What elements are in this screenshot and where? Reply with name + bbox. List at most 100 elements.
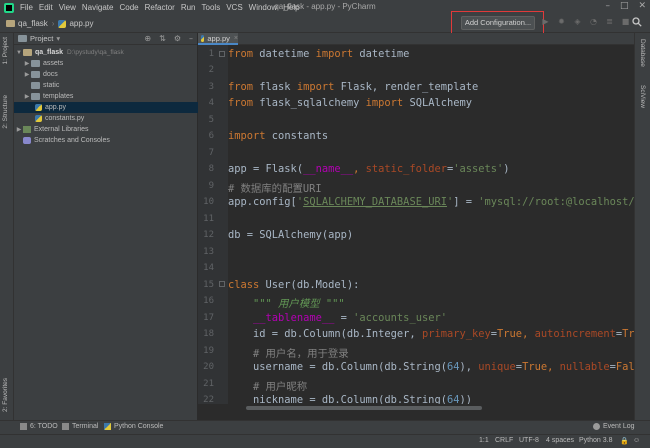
folder-icon xyxy=(31,60,40,67)
menu-code[interactable]: Code xyxy=(116,3,141,12)
locate-icon[interactable]: ⊕ xyxy=(144,34,151,43)
python-interpreter[interactable]: Python 3.8 xyxy=(579,437,612,444)
window-controls: – □ ✕ xyxy=(605,1,646,11)
line-number: 4 xyxy=(208,98,214,108)
horizontal-scrollbar[interactable] xyxy=(246,406,482,410)
collapse-icon[interactable]: ⇅ xyxy=(159,34,166,43)
line-number: 10 xyxy=(203,197,214,207)
line-number: 22 xyxy=(203,395,214,405)
line-number: 14 xyxy=(203,263,214,273)
tab-database-tool[interactable]: Database xyxy=(639,39,646,67)
notification-icon[interactable]: ☺ xyxy=(633,437,640,444)
project-panel-title[interactable]: Project xyxy=(30,34,53,43)
tab-app-py[interactable]: app.py × xyxy=(198,33,238,45)
tree-item-label: app.py xyxy=(45,104,67,111)
tab-event-log-label: Event Log xyxy=(603,423,635,430)
tab-favorites-tool[interactable]: 2: Favorites xyxy=(2,378,9,412)
project-path: D:\pystudy\qa_flask xyxy=(67,49,124,56)
folder-icon xyxy=(31,82,40,89)
tree-item-static[interactable]: static xyxy=(14,80,198,91)
tree-item-assets[interactable]: ▶ assets xyxy=(14,58,198,69)
tree-item-templates[interactable]: ▶ templates xyxy=(14,91,198,102)
line-number: 13 xyxy=(203,247,214,257)
bottom-tool-bar: 6: TODO Terminal Python Console Event Lo… xyxy=(0,420,650,434)
tree-item-label: assets xyxy=(43,60,64,67)
expand-arrow-icon[interactable]: ▶ xyxy=(15,126,23,133)
python-file-icon xyxy=(58,19,67,28)
build-icon[interactable]: ≣ xyxy=(605,17,614,26)
editor-tab-bar: app.py × xyxy=(198,33,634,45)
search-icon[interactable] xyxy=(632,17,642,27)
line-separator[interactable]: CRLF xyxy=(495,437,513,444)
line-number: 8 xyxy=(208,164,214,174)
tab-terminal-label: Terminal xyxy=(72,423,99,430)
right-tool-stripe: Database SciView xyxy=(634,33,650,420)
menu-file[interactable]: File xyxy=(17,3,36,12)
expand-arrow-icon[interactable]: ▶ xyxy=(23,71,31,78)
tab-sciview-tool[interactable]: SciView xyxy=(639,85,646,108)
tab-terminal[interactable]: Terminal xyxy=(62,423,98,430)
expand-arrow-icon[interactable]: ▼ xyxy=(15,50,23,56)
run-toolbar: ▶ ✹ ◈ ◔ ≣ ■ xyxy=(541,17,630,26)
minimize-icon[interactable]: – xyxy=(605,1,610,11)
menu-view[interactable]: View xyxy=(56,3,79,12)
tab-python-console[interactable]: Python Console xyxy=(104,423,163,430)
line-number: 16 xyxy=(203,296,214,306)
expand-arrow-icon[interactable]: ▶ xyxy=(23,93,31,100)
tree-item-project-root[interactable]: ▼ qa_flask D:\pystudy\qa_flask xyxy=(14,47,198,58)
indent-setting[interactable]: 4 spaces xyxy=(546,437,574,444)
hide-icon[interactable]: – xyxy=(189,34,193,43)
line-number: 5 xyxy=(208,115,214,125)
tab-project-tool[interactable]: 1: Project xyxy=(2,37,9,64)
chevron-right-icon: › xyxy=(51,19,55,28)
left-tool-stripe: 1: Project 2: Structure 2: Favorites xyxy=(0,33,14,420)
lock-icon[interactable]: 🔒 xyxy=(620,437,629,445)
tree-item-app-py[interactable]: app.py xyxy=(14,102,198,113)
maximize-icon[interactable]: □ xyxy=(620,1,629,11)
code-line-1: from datetime import datetime xyxy=(228,48,410,60)
menu-refactor[interactable]: Refactor xyxy=(142,3,178,12)
code-line-3: from flask import Flask, render_template xyxy=(228,81,479,93)
file-encoding[interactable]: UTF-8 xyxy=(519,437,539,444)
coverage-icon[interactable]: ◈ xyxy=(573,17,582,26)
line-number: 20 xyxy=(203,362,214,372)
add-configuration-button[interactable]: Add Configuration... xyxy=(461,16,535,30)
menu-navigate[interactable]: Navigate xyxy=(79,3,117,12)
tab-todo[interactable]: 6: TODO xyxy=(20,423,58,430)
close-icon[interactable]: ✕ xyxy=(638,1,646,11)
folder-icon xyxy=(6,20,15,27)
menu-help[interactable]: Help xyxy=(280,3,302,12)
menu-vcs[interactable]: VCS xyxy=(223,3,245,12)
tab-structure-tool[interactable]: 2: Structure xyxy=(2,95,9,129)
gear-icon[interactable]: ⚙ xyxy=(174,34,181,43)
chevron-down-icon[interactable]: ▾ xyxy=(56,34,60,43)
fold-marker-icon[interactable] xyxy=(219,281,225,287)
menu-edit[interactable]: Edit xyxy=(36,3,56,12)
tree-item-external-libraries[interactable]: ▶ External Libraries xyxy=(14,124,198,135)
code-line-12: db = SQLAlchemy(app) xyxy=(228,229,354,241)
code-line-8: app = Flask(__name__, static_folder='ass… xyxy=(228,163,510,175)
tree-item-scratches[interactable]: Scratches and Consoles xyxy=(14,135,198,146)
fold-marker-icon[interactable] xyxy=(219,51,225,57)
tab-event-log[interactable]: Event Log xyxy=(593,423,635,430)
line-number: 18 xyxy=(203,329,214,339)
expand-arrow-icon[interactable]: ▶ xyxy=(23,60,31,67)
menu-tools[interactable]: Tools xyxy=(199,3,224,12)
code-line-9: # 数据库的配置URI xyxy=(228,183,322,195)
caret-position[interactable]: 1:1 xyxy=(479,437,489,444)
line-number: 17 xyxy=(203,313,214,323)
code-line-20: username = db.Column(db.String(64), uniq… xyxy=(228,361,634,373)
tree-item-docs[interactable]: ▶ docs xyxy=(14,69,198,80)
breadcrumb-file[interactable]: app.py xyxy=(69,19,93,28)
line-number: 6 xyxy=(208,131,214,141)
close-tab-icon[interactable]: × xyxy=(234,35,238,42)
debug-icon[interactable]: ✹ xyxy=(557,17,566,26)
menu-run[interactable]: Run xyxy=(178,3,199,12)
menu-window[interactable]: Window xyxy=(246,3,280,12)
run-icon[interactable]: ▶ xyxy=(541,17,550,26)
stop-icon[interactable]: ■ xyxy=(621,17,630,26)
tree-item-constants-py[interactable]: constants.py xyxy=(14,113,198,124)
breadcrumb-project[interactable]: qa_flask xyxy=(18,19,48,28)
code-editor[interactable]: from datetime import datetime from flask… xyxy=(228,45,634,404)
profile-icon[interactable]: ◔ xyxy=(589,17,598,26)
